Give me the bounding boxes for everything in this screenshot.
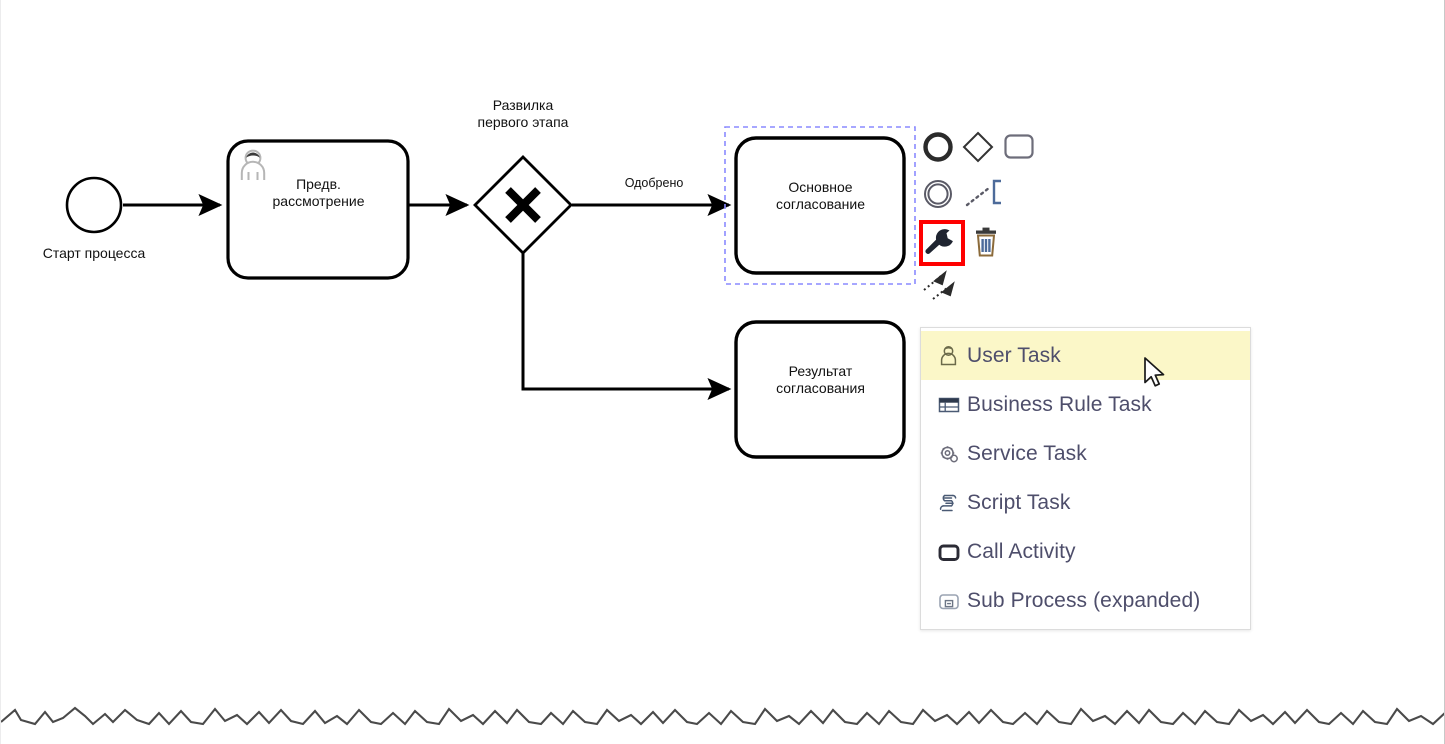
user-task-icon	[937, 343, 967, 369]
connect-arrow-icon[interactable]	[921, 268, 967, 306]
script-task-icon	[937, 490, 967, 516]
menu-item-script-task[interactable]: Script Task	[921, 478, 1250, 527]
change-type-wrench-icon[interactable]	[919, 220, 965, 266]
append-task-icon[interactable]	[1000, 128, 1038, 166]
menu-item-business-rule-task[interactable]: Business Rule Task	[921, 380, 1250, 429]
menu-item-sub-process-expanded[interactable]: Sub Process (expanded)	[921, 576, 1250, 625]
call-activity-icon	[937, 539, 967, 565]
append-end-event-icon[interactable]	[919, 128, 957, 166]
delete-trash-icon[interactable]	[967, 224, 1005, 262]
menu-item-call-activity[interactable]: Call Activity	[921, 527, 1250, 576]
menu-item-label: Service Task	[967, 441, 1087, 465]
menu-item-label: Script Task	[967, 490, 1071, 514]
append-intermediate-event-icon[interactable]	[919, 175, 957, 213]
gateway-first-stage-label: Развилка первого этапа	[477, 97, 569, 131]
bpmn-editor-screen: Старт процесса Предв. рассмотрение Разви…	[0, 0, 1445, 744]
start-event-label: Старт процесса	[42, 245, 146, 261]
task-approval-result-label: Результат согласования	[776, 363, 865, 397]
start-event-shape[interactable]	[65, 176, 123, 234]
exclusive-gateway-shape[interactable]	[473, 155, 573, 255]
task-preliminary-review-label: Предв. рассмотрение	[272, 176, 365, 210]
sub-process-icon	[937, 588, 967, 614]
flow-label-approved: Одобрено	[624, 176, 684, 190]
menu-item-label: User Task	[967, 343, 1061, 367]
task-main-approval-label: Основное согласование	[775, 179, 866, 213]
menu-item-user-task[interactable]: User Task	[921, 331, 1250, 380]
append-gateway-icon[interactable]	[959, 128, 997, 166]
menu-item-label: Business Rule Task	[967, 392, 1152, 416]
menu-item-label: Sub Process (expanded)	[967, 588, 1201, 612]
sequence-flow-gateway-to-result[interactable]	[521, 253, 732, 401]
replace-type-menu[interactable]: User Task Business Rule Task Service Tas…	[920, 327, 1251, 630]
menu-item-service-task[interactable]: Service Task	[921, 429, 1250, 478]
context-pad[interactable]	[919, 128, 1049, 304]
append-text-annotation-icon[interactable]	[963, 175, 1009, 213]
business-rule-task-icon	[937, 392, 967, 418]
menu-item-label: Call Activity	[967, 539, 1076, 563]
service-task-icon	[937, 441, 967, 467]
